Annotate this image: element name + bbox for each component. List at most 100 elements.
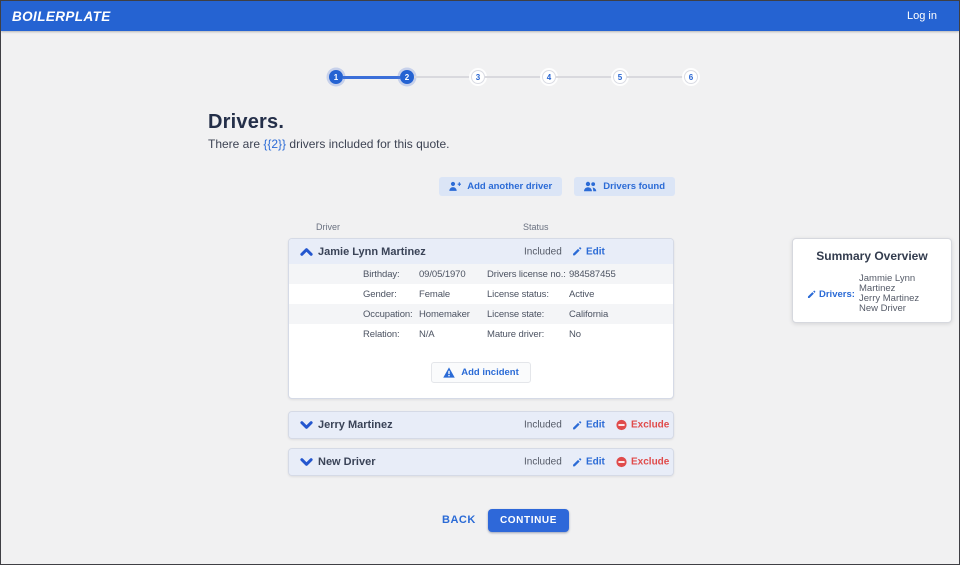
step-4-number: 4 <box>547 73 551 82</box>
driver-name: New Driver <box>318 456 375 468</box>
step-3-number: 3 <box>476 73 480 82</box>
back-button[interactable]: BACK <box>442 514 476 526</box>
driver-name: Jerry Martinez <box>318 419 393 431</box>
detail-value: 984587455 <box>569 269 673 280</box>
step-4[interactable]: 4 <box>542 70 556 84</box>
driver-row-header[interactable]: Jamie Lynn Martinez Included Edit <box>289 239 673 264</box>
driver-status: Included <box>524 246 562 257</box>
add-driver-label: Add another driver <box>467 181 552 192</box>
subtitle-suffix: drivers included for this quote. <box>286 137 449 151</box>
summary-drivers-label: Drivers: <box>819 289 855 300</box>
table-actions: Add another driver Drivers found <box>288 177 675 196</box>
detail-value: California <box>569 309 673 320</box>
detail-label: Relation: <box>363 329 419 340</box>
add-incident-label: Add incident <box>461 367 519 378</box>
exclude-label: Exclude <box>631 420 669 431</box>
step-1[interactable]: 1 <box>329 70 343 84</box>
pencil-icon <box>807 290 816 299</box>
detail-label: License status: <box>487 289 569 300</box>
pencil-icon <box>572 247 582 257</box>
login-link[interactable]: Log in <box>907 10 937 22</box>
step-1-number: 1 <box>334 73 338 82</box>
edit-label: Edit <box>586 420 605 431</box>
page-subtitle: There are {{2}} drivers included for thi… <box>208 137 450 151</box>
step-connector <box>556 76 613 78</box>
summary-drivers-row: Drivers: Jammie Lynn Martinez Jerry Mart… <box>793 274 951 314</box>
app-window: BOILERPLATE Log in 1 2 3 4 5 6 Drivers. … <box>0 0 960 565</box>
detail-row: Occupation:HomemakerLicense state:Califo… <box>289 304 673 324</box>
detail-label: Occupation: <box>363 309 419 320</box>
step-connector-done <box>343 76 400 79</box>
no-entry-icon <box>616 420 627 431</box>
detail-label: Drivers license no.: <box>487 269 569 280</box>
column-header-status: Status <box>523 222 549 232</box>
detail-value: Homemaker <box>419 309 487 320</box>
warning-triangle-icon <box>443 367 455 378</box>
page-title: Drivers. <box>208 111 284 134</box>
summary-driver-names: Jammie Lynn Martinez Jerry Martinez New … <box>859 274 941 314</box>
detail-value: 09/05/1970 <box>419 269 487 280</box>
table-column-headers: Driver Status <box>288 222 674 232</box>
detail-value: No <box>569 329 673 340</box>
step-6-number: 6 <box>689 73 693 82</box>
pencil-icon <box>572 420 582 430</box>
detail-row: Relation:N/AMature driver:No <box>289 324 673 344</box>
people-icon <box>584 181 597 192</box>
step-connector <box>627 76 684 78</box>
summary-drivers-edit-link[interactable]: Drivers: <box>807 274 859 314</box>
driver-status: Included <box>524 457 562 468</box>
detail-value: Female <box>419 289 487 300</box>
driver-row-header[interactable]: New Driver Included Edit Exclude <box>289 449 673 475</box>
continue-button[interactable]: CONTINUE <box>488 509 569 532</box>
step-connector <box>485 76 542 78</box>
edit-label: Edit <box>586 246 605 257</box>
step-2-number: 2 <box>405 73 409 82</box>
step-connector <box>414 76 471 78</box>
subtitle-prefix: There are <box>208 137 263 151</box>
summary-driver-name: Jammie Lynn Martinez <box>859 274 941 294</box>
progress-stepper: 1 2 3 4 5 6 <box>329 70 698 84</box>
detail-row: Birthday:09/05/1970Drivers license no.:9… <box>289 264 673 284</box>
add-another-driver-button[interactable]: Add another driver <box>439 177 562 196</box>
detail-value: N/A <box>419 329 487 340</box>
driver-name: Jamie Lynn Martinez <box>318 246 426 258</box>
driver-card-collapsed: New Driver Included Edit Exclude <box>288 448 674 476</box>
driver-row-header[interactable]: Jerry Martinez Included Edit Exclude <box>289 412 673 438</box>
step-2[interactable]: 2 <box>400 70 414 84</box>
detail-value: Active <box>569 289 673 300</box>
top-nav: BOILERPLATE Log in <box>1 1 959 31</box>
summary-panel: Summary Overview Drivers: Jammie Lynn Ma… <box>792 238 952 323</box>
person-plus-icon <box>449 181 461 192</box>
step-6[interactable]: 6 <box>684 70 698 84</box>
add-incident-button[interactable]: Add incident <box>431 362 531 383</box>
column-header-driver: Driver <box>316 222 340 232</box>
exclude-driver-button[interactable]: Exclude <box>616 457 669 468</box>
exclude-driver-button[interactable]: Exclude <box>616 420 669 431</box>
edit-label: Edit <box>586 457 605 468</box>
brand-logo: BOILERPLATE <box>12 9 111 24</box>
drivers-found-label: Drivers found <box>603 181 665 192</box>
summary-title: Summary Overview <box>793 249 951 263</box>
detail-label: License state: <box>487 309 569 320</box>
detail-label: Birthday: <box>363 269 419 280</box>
chevron-down-icon[interactable] <box>300 458 313 467</box>
summary-driver-name: New Driver <box>859 304 941 314</box>
edit-driver-button[interactable]: Edit <box>572 457 605 468</box>
driver-status: Included <box>524 420 562 431</box>
driver-card-collapsed: Jerry Martinez Included Edit Exclude <box>288 411 674 439</box>
detail-label: Gender: <box>363 289 419 300</box>
step-3[interactable]: 3 <box>471 70 485 84</box>
driver-count-token: {{2}} <box>263 137 286 151</box>
pencil-icon <box>572 457 582 467</box>
no-entry-icon <box>616 457 627 468</box>
detail-label: Mature driver: <box>487 329 569 340</box>
drivers-found-button[interactable]: Drivers found <box>574 177 675 196</box>
edit-driver-button[interactable]: Edit <box>572 420 605 431</box>
driver-details: Birthday:09/05/1970Drivers license no.:9… <box>289 264 673 344</box>
step-5-number: 5 <box>618 73 622 82</box>
edit-driver-button[interactable]: Edit <box>572 246 605 257</box>
chevron-down-icon[interactable] <box>300 421 313 430</box>
chevron-up-icon[interactable] <box>300 247 313 256</box>
step-5[interactable]: 5 <box>613 70 627 84</box>
exclude-label: Exclude <box>631 457 669 468</box>
